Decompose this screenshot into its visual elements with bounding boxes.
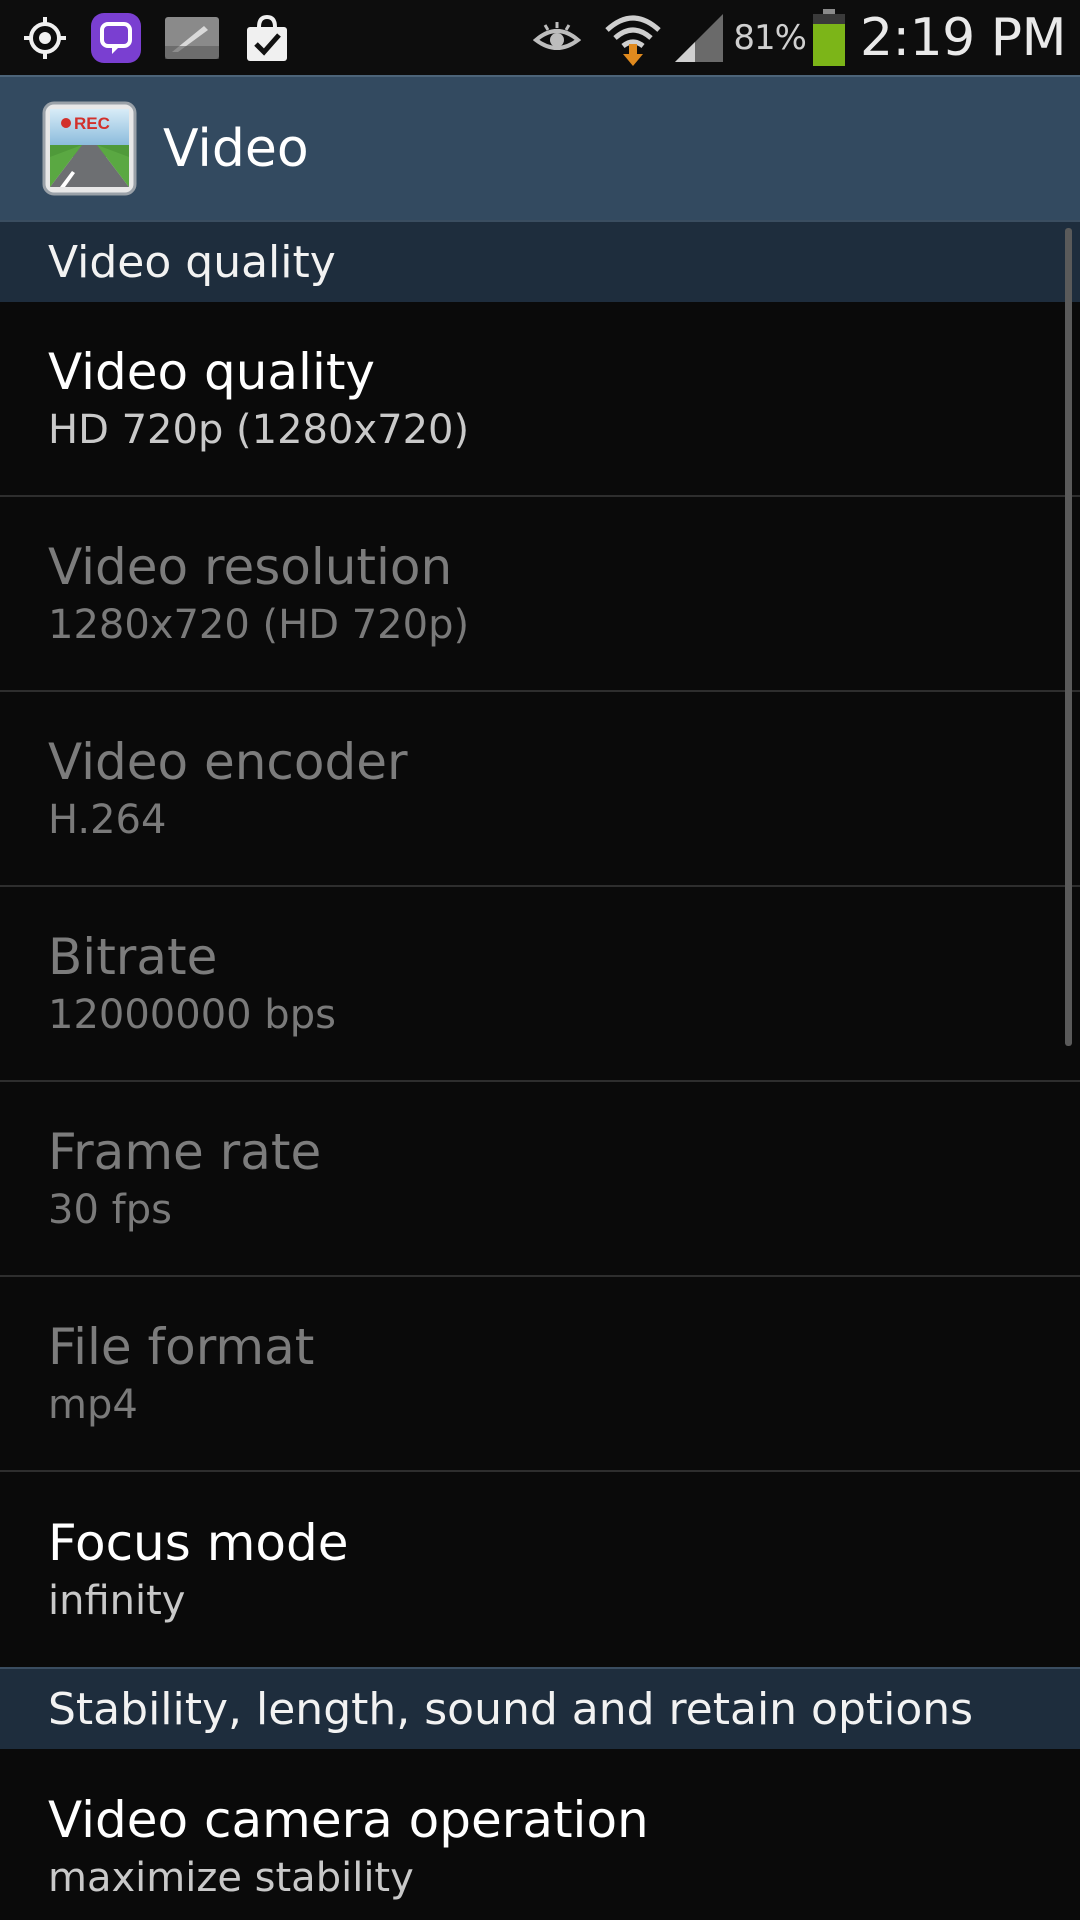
clock: 2:19 PM	[859, 7, 1067, 68]
pref-summary: H.264	[48, 796, 167, 843]
pref-summary: mp4	[48, 1381, 138, 1428]
pref-video-resolution: Video resolution 1280x720 (HD 720p)	[0, 497, 1080, 692]
battery-percent: 81%	[733, 17, 807, 58]
pref-title: Video encoder	[48, 732, 408, 791]
rec-badge-text: REC	[74, 114, 110, 133]
screen: 81% 2:19 PM REC Video Video quality Vide…	[0, 0, 1080, 1920]
battery-icon	[812, 8, 846, 67]
pref-summary: 1280x720 (HD 720p)	[48, 601, 470, 648]
pref-frame-rate: Frame rate 30 fps	[0, 1082, 1080, 1277]
pref-title: Frame rate	[48, 1122, 322, 1181]
pref-file-format: File format mp4	[0, 1277, 1080, 1472]
pref-summary: 30 fps	[48, 1186, 172, 1233]
eye-icon	[533, 20, 582, 56]
action-bar: REC Video	[0, 75, 1080, 220]
scrollbar[interactable]	[1065, 228, 1072, 1046]
pref-title: Video resolution	[48, 537, 453, 596]
pref-title: Video camera operation	[48, 1790, 649, 1849]
pref-title: Video quality	[48, 342, 376, 401]
category-header-stability: Stability, length, sound and retain opti…	[0, 1667, 1080, 1749]
pref-video-camera-operation[interactable]: Video camera operation maximize stabilit…	[0, 1749, 1080, 1920]
category-header-video-quality: Video quality	[0, 220, 1080, 302]
signal-icon	[673, 12, 725, 64]
pref-title: Focus mode	[48, 1513, 349, 1572]
pref-summary: HD 720p (1280x720)	[48, 406, 470, 453]
pref-summary: 12000000 bps	[48, 991, 336, 1038]
rec-camera-app-icon[interactable]: REC	[42, 101, 137, 196]
pref-video-quality[interactable]: Video quality HD 720p (1280x720)	[0, 302, 1080, 497]
preference-list: Video quality Video quality HD 720p (128…	[0, 220, 1080, 1920]
pref-bitrate: Bitrate 12000000 bps	[0, 887, 1080, 1082]
wifi-download-icon	[603, 8, 663, 68]
pref-title: Bitrate	[48, 927, 218, 986]
gallery-icon	[164, 16, 220, 60]
pref-summary: infinity	[48, 1577, 186, 1624]
pref-summary: maximize stability	[48, 1854, 414, 1901]
pref-video-encoder: Video encoder H.264	[0, 692, 1080, 887]
pref-focus-mode[interactable]: Focus mode infinity	[0, 1472, 1080, 1667]
pref-title: File format	[48, 1317, 315, 1376]
shopping-bag-check-icon	[242, 13, 292, 63]
page-title: Video	[163, 118, 309, 179]
gps-icon	[22, 15, 68, 61]
viber-icon	[90, 12, 142, 64]
status-bar: 81% 2:19 PM	[0, 0, 1080, 75]
